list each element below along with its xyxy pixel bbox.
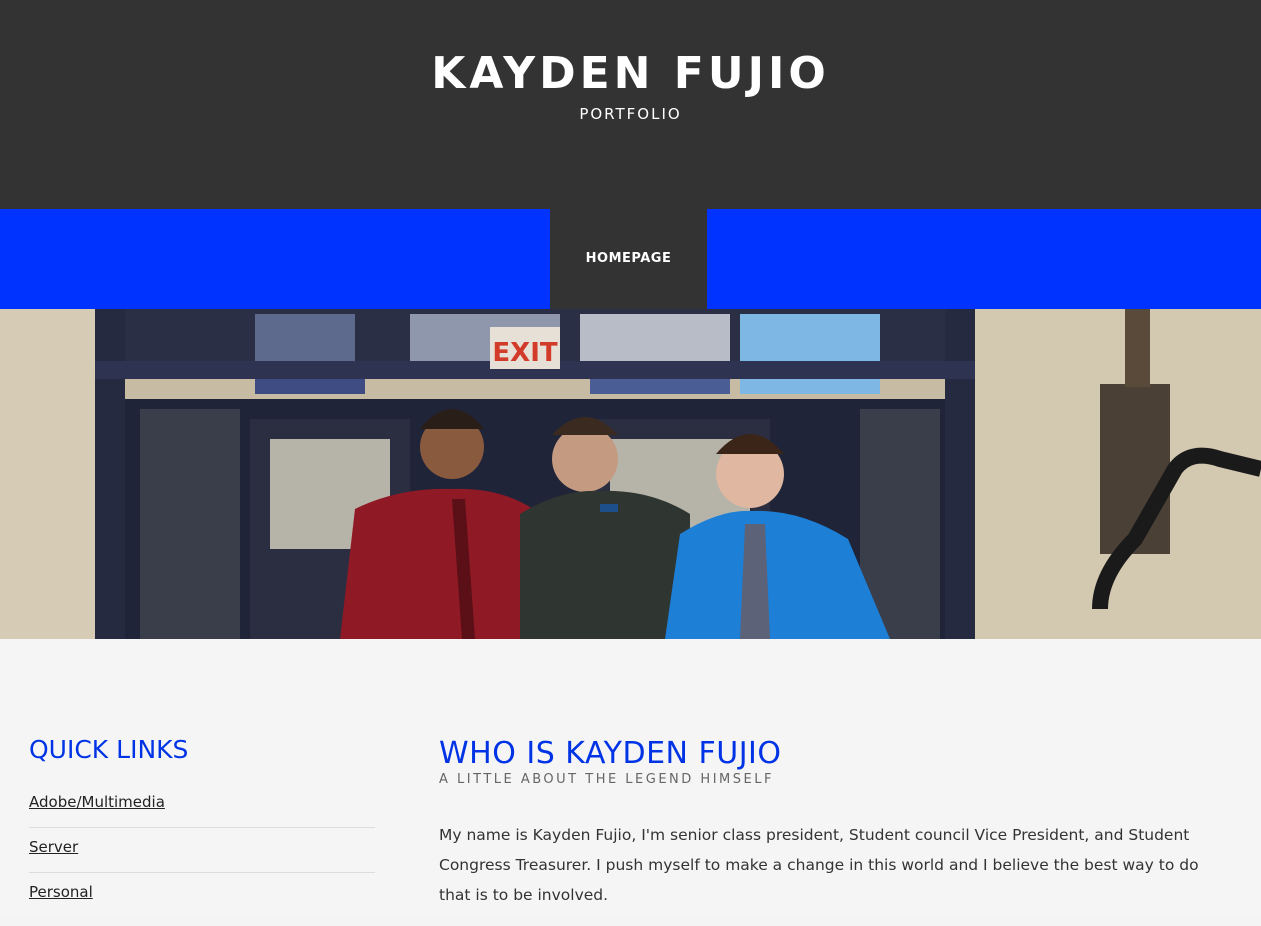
hero-photo: EXIT (0, 309, 1261, 639)
article-body: My name is Kayden Fujio, I'm senior clas… (439, 826, 1199, 904)
quick-links-title: QUICK LINKS (29, 735, 189, 764)
site-tagline: PORTFOLIO (579, 105, 682, 123)
list-item: Personal (29, 873, 375, 918)
link-server[interactable]: Server (29, 838, 78, 856)
link-adobe-multimedia[interactable]: Adobe/Multimedia (29, 793, 165, 811)
article-title: WHO IS KAYDEN FUJIO (439, 736, 782, 771)
nav-item-homepage[interactable]: HOMEPAGE (550, 209, 707, 309)
main-article: WHO IS KAYDEN FUJIO A LITTLE ABOUT THE L… (439, 736, 1229, 926)
article-subtitle: A LITTLE ABOUT THE LEGEND HIMSELF (439, 772, 774, 787)
quick-links-list: Adobe/Multimedia Server Personal (29, 783, 375, 918)
hero-image: EXIT (0, 309, 1261, 639)
content-area: QUICK LINKS Adobe/Multimedia Server Pers… (0, 639, 1261, 916)
quick-links-sidebar: QUICK LINKS Adobe/Multimedia Server Pers… (29, 735, 375, 918)
main-navigation: HOMEPAGE (0, 209, 1261, 309)
site-title[interactable]: KAYDEN FUJIO (0, 44, 1261, 104)
list-item: Adobe/Multimedia (29, 783, 375, 828)
list-item: Server (29, 828, 375, 873)
exit-sign: EXIT (492, 338, 557, 368)
site-header: KAYDEN FUJIO PORTFOLIO (0, 0, 1261, 209)
link-personal[interactable]: Personal (29, 883, 93, 901)
